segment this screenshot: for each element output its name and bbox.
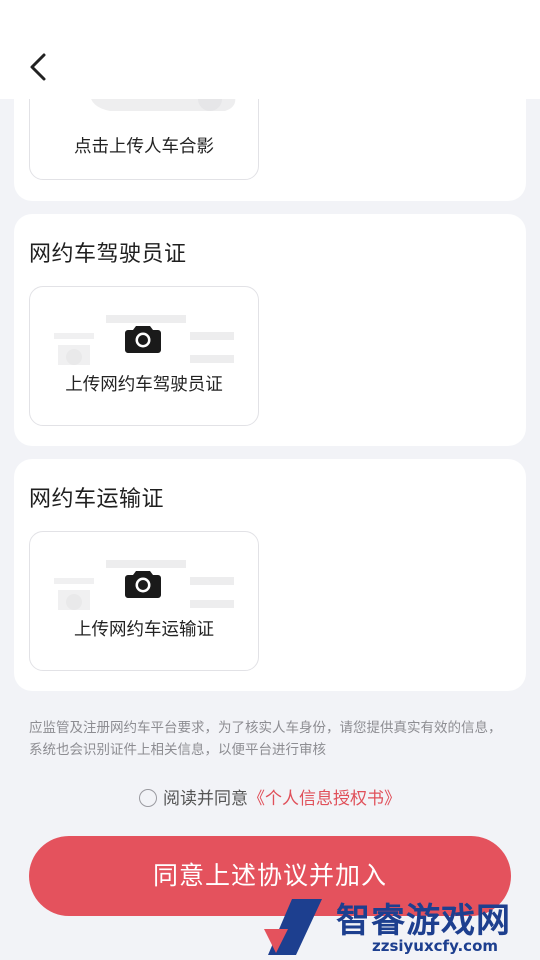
upload-transport-certificate[interactable]: 上传网约车运输证 [29,531,259,671]
agreement-row: 阅读并同意《个人信息授权书》 [0,784,540,809]
watermark: 智睿游戏网 zzsiyuxcfy.com [262,893,540,960]
upload-label: 上传网约车运输证 [74,620,214,640]
driver-license-card: 网约车驾驶员证 上传网约车驾驶员证 [14,214,526,446]
watermark-url: zzsiyuxcfy.com [372,937,499,955]
document-placeholder-illustration [54,315,234,365]
upload-driver-license[interactable]: 上传网约车驾驶员证 [29,286,259,426]
camera-icon [125,571,161,598]
watermark-logo [264,899,322,955]
camera-icon [125,326,161,353]
agreement-checkbox[interactable] [139,789,157,807]
document-placeholder-illustration [54,560,234,610]
section-title: 网约车驾驶员证 [29,242,187,267]
privacy-authorization-link[interactable]: 《个人信息授权书》 [248,789,401,809]
watermark-brand: 智睿游戏网 [336,901,511,941]
agreement-prefix: 阅读并同意 [163,789,248,809]
chevron-left-icon [30,53,46,81]
verification-notice: 应监管及注册网约车平台要求，为了核实人车身份，请您提供真实有效的信息，系统也会识… [29,720,502,758]
section-title: 网约车运输证 [29,487,165,512]
upload-label: 点击上传人车合影 [74,137,214,157]
transport-certificate-card: 网约车运输证 上传网约车运输证 [14,459,526,691]
top-bar [0,0,540,99]
upload-label: 上传网约车驾驶员证 [65,375,223,395]
back-button[interactable] [26,52,54,82]
